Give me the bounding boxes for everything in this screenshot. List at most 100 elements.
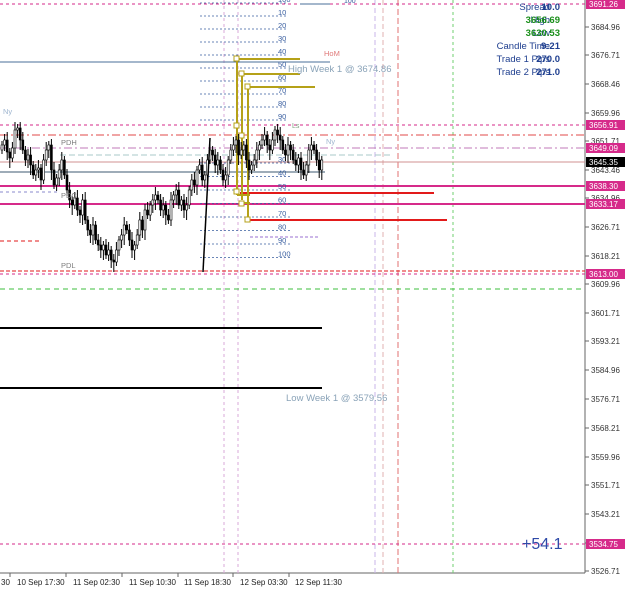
high-week-label: High Week 1 @ 3674.86 <box>288 64 391 75</box>
candle <box>255 142 259 168</box>
candle <box>289 141 292 160</box>
candle <box>24 146 27 166</box>
price-tick-label: 3684.96 <box>591 23 620 32</box>
candle <box>138 212 142 241</box>
candle <box>273 126 277 146</box>
candle <box>252 154 256 171</box>
candle <box>31 161 35 179</box>
price-badge-text: 3649.09 <box>589 144 618 153</box>
candle <box>5 132 9 160</box>
candle <box>13 122 17 154</box>
time-tick-label: 10 Sep 17:30 <box>17 578 65 587</box>
candle <box>115 242 118 266</box>
candle <box>304 161 308 181</box>
time-tick-label: 11 Sep 02:30 <box>73 578 121 587</box>
fib-level-label: 40 <box>278 47 286 56</box>
price-badge: 3613.00 <box>586 269 625 279</box>
candle <box>125 221 129 234</box>
candle <box>135 229 139 249</box>
fib-retracement-top[interactable]: 100102030405060708090 <box>200 0 291 121</box>
fib-level-label: 10 <box>278 8 286 17</box>
candle <box>112 254 116 272</box>
candle <box>154 187 157 210</box>
fib-level-label: 100 <box>278 250 291 259</box>
price-badge-text: 3613.00 <box>589 270 618 279</box>
pdh-label: PDH <box>61 138 77 147</box>
price-badge-text: 3534.75 <box>589 540 618 549</box>
price-tick-label: 3643.46 <box>591 166 620 175</box>
candle <box>180 196 183 211</box>
candle <box>89 224 92 243</box>
candle <box>143 204 147 240</box>
price-badge: 3534.75 <box>586 539 625 549</box>
candle <box>57 164 61 186</box>
fib-level-label: 80 <box>278 99 286 108</box>
price-tick-label: 3626.71 <box>591 223 620 232</box>
candle <box>18 122 22 150</box>
candle <box>174 184 178 205</box>
time-tick-label: 30 <box>1 578 10 587</box>
fib-level-label: 80 <box>278 223 286 232</box>
candle <box>29 147 32 175</box>
candle <box>122 217 126 245</box>
price-badge: 3638.30 <box>586 181 625 191</box>
price-badge: 3633.17 <box>586 199 625 209</box>
price-tick-label: 3576.71 <box>591 395 620 404</box>
pdc-label: PDC <box>61 191 77 200</box>
candle <box>224 167 227 188</box>
candle <box>219 156 222 174</box>
price-badge-text: 3633.17 <box>589 200 618 209</box>
candle <box>94 221 97 244</box>
price-axis: 3684.963676.713668.463659.963651.713643.… <box>585 23 620 576</box>
info-row: Low3630.53 <box>526 28 560 39</box>
candle <box>99 237 103 258</box>
time-tick-label: 12 Sep 03:30 <box>240 578 288 587</box>
price-tick-label: 3609.96 <box>591 280 620 289</box>
price-tick-label: 3668.46 <box>591 80 620 89</box>
candle <box>55 174 58 191</box>
fib-level-label: 20 <box>278 21 286 30</box>
candle <box>104 239 108 259</box>
candlestick-series <box>0 122 324 272</box>
candle <box>291 144 295 164</box>
fib-level-label: 50 <box>278 60 286 69</box>
candle <box>47 141 51 158</box>
candle <box>60 152 64 180</box>
candle <box>63 156 66 179</box>
fib-level-label: 60 <box>278 196 286 205</box>
candle <box>226 156 230 185</box>
candle <box>156 191 160 204</box>
candle <box>102 241 105 260</box>
candle <box>141 216 144 238</box>
candle <box>151 194 155 213</box>
pdl-label: PDL <box>61 261 76 270</box>
candle <box>182 194 186 218</box>
candle <box>50 139 53 180</box>
info-row: Trade 1 Pips270.0 <box>496 54 560 65</box>
info-value: 3630.53 <box>526 28 560 39</box>
price-tick-label: 3551.71 <box>591 481 620 490</box>
candle <box>159 194 162 216</box>
price-tick-label: 3601.71 <box>591 309 620 318</box>
price-badge-text: 3645.35 <box>589 158 618 167</box>
info-panel: Spread10.0 High3656.69 Low3630.53 Candle Ti… <box>496 2 560 78</box>
candle <box>167 209 170 224</box>
chart-canvas[interactable]: 100102030405060708090 30405060708090100 … <box>0 0 625 595</box>
candle <box>86 216 90 236</box>
low-week-label: Low Week 1 @ 3579.56 <box>286 393 387 404</box>
candle <box>128 224 131 246</box>
candle <box>258 141 261 160</box>
candle <box>302 162 305 179</box>
candle <box>52 162 56 189</box>
candle <box>281 136 285 154</box>
candle <box>260 134 264 149</box>
candle <box>83 192 87 224</box>
fib-level-label: 70 <box>278 209 286 218</box>
candle <box>130 232 134 258</box>
ny-label-right: Ny <box>326 137 335 146</box>
candle <box>320 156 324 180</box>
fib-level-label: 40 <box>278 169 286 178</box>
price-badge-text: 3656.91 <box>589 121 618 130</box>
trading-chart[interactable]: 100102030405060708090 30405060708090100 … <box>0 0 625 595</box>
time-axis: 30 10 Sep 17:30 11 Sep 02:30 11 Sep 10:30 11… <box>1 573 343 587</box>
